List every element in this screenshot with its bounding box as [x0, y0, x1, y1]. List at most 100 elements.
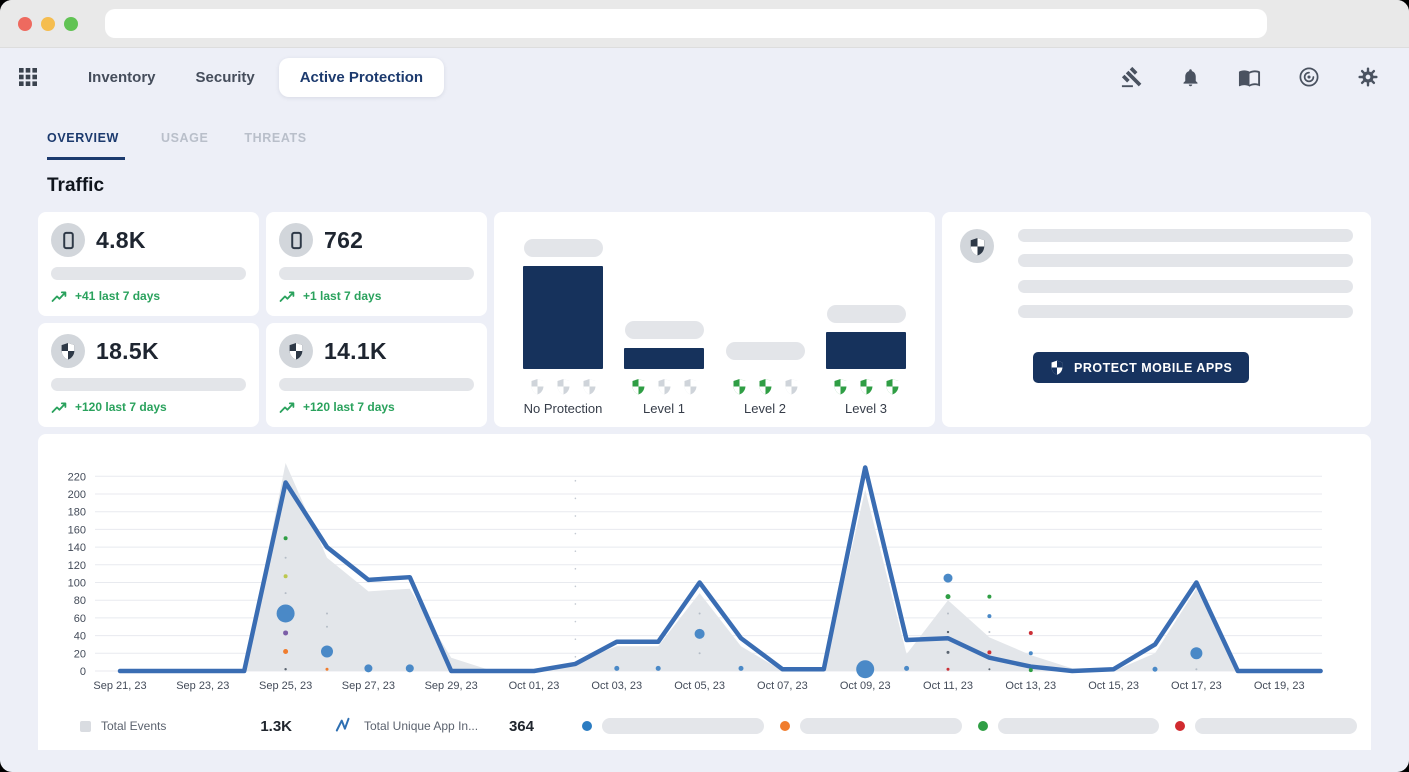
placeholder-bar — [602, 718, 764, 734]
minimize-window-button[interactable] — [41, 17, 55, 31]
address-bar[interactable] — [105, 9, 1267, 38]
y-axis-tick: 160 — [68, 524, 86, 536]
y-axis-tick: 0 — [80, 666, 86, 678]
scatter-point — [614, 666, 619, 671]
nav-item-security[interactable]: Security — [180, 59, 271, 96]
scatter-point — [988, 668, 990, 670]
protect-apps-card: PROTECT MOBILE APPS — [942, 212, 1371, 427]
x-axis-tick: Oct 17, 23 — [1171, 680, 1222, 692]
y-axis-tick: 100 — [68, 578, 86, 590]
placeholder-bar — [800, 718, 962, 734]
scatter-point — [326, 626, 328, 628]
scatter-point — [1029, 668, 1033, 672]
shield-icon — [859, 378, 874, 395]
x-axis-tick: Sep 23, 23 — [176, 680, 229, 692]
section-title: Traffic — [47, 175, 1409, 197]
settings-gear-icon[interactable] — [1357, 66, 1379, 88]
legend-item-series-5[interactable] — [1175, 718, 1357, 734]
scatter-point — [695, 629, 705, 639]
scatter-point — [284, 668, 286, 670]
scatter-point — [656, 666, 661, 671]
apps-grid-icon[interactable] — [14, 63, 42, 91]
scatter-point — [946, 594, 951, 599]
protect-mobile-apps-button[interactable]: PROTECT MOBILE APPS — [1033, 352, 1249, 383]
legend-item-total-events[interactable]: Total Events 1.3K — [80, 718, 292, 735]
placeholder-bar — [524, 239, 603, 257]
scatter-point — [1190, 647, 1202, 659]
tab-threats[interactable]: THREATS — [244, 131, 306, 160]
scatter-point — [1029, 631, 1033, 635]
nav-item-inventory[interactable]: Inventory — [72, 59, 172, 96]
nav-item-active-protection[interactable]: Active Protection — [279, 58, 444, 97]
level-label: Level 2 — [744, 401, 786, 416]
line-series-icon — [334, 717, 354, 735]
placeholder-line — [1018, 305, 1353, 318]
legend-item-series-3[interactable] — [780, 718, 962, 734]
shield-rating — [631, 377, 698, 396]
placeholder-bar — [51, 378, 246, 391]
scatter-point — [987, 650, 991, 654]
scatter-point — [283, 649, 288, 654]
y-axis-tick: 120 — [68, 560, 86, 572]
placeholder-bar — [279, 267, 474, 280]
nav-items: InventorySecurityActive Protection — [72, 58, 444, 97]
legend-item-unique-app-installs[interactable]: Total Unique App In... 364 — [334, 717, 534, 735]
legend-item-series-4[interactable] — [978, 718, 1160, 734]
stat-card: 762 +1 last 7 days — [266, 212, 487, 316]
gavel-icon[interactable] — [1121, 66, 1143, 88]
page-tabs: OVERVIEW USAGE THREATS — [0, 106, 1409, 160]
scatter-point — [699, 612, 701, 614]
docs-book-icon[interactable] — [1238, 66, 1261, 89]
shield-rating — [530, 377, 597, 396]
shield-icon — [657, 378, 672, 395]
close-window-button[interactable] — [18, 17, 32, 31]
shield-icon — [683, 378, 698, 395]
x-axis-tick: Sep 27, 23 — [342, 680, 395, 692]
shield-icon-badge — [51, 334, 85, 368]
scatter-point — [285, 592, 287, 594]
browser-titlebar — [0, 0, 1409, 48]
scatter-point — [947, 651, 950, 654]
protection-level-level-2: Level 2 — [720, 228, 810, 416]
zoom-window-button[interactable] — [64, 17, 78, 31]
stat-delta: +1 last 7 days — [279, 289, 474, 303]
legend-value: 364 — [509, 718, 534, 735]
stat-value: 4.8K — [96, 227, 146, 254]
placeholder-line — [1018, 280, 1353, 293]
scatter-point — [947, 612, 949, 614]
protection-levels-card: No Protection Level 1 Level 2 — [494, 212, 935, 427]
stat-value: 14.1K — [324, 338, 387, 365]
tab-overview[interactable]: OVERVIEW — [47, 131, 125, 160]
shield-icon — [582, 378, 597, 395]
x-axis-tick: Oct 09, 23 — [840, 680, 891, 692]
scatter-point — [326, 612, 328, 614]
placeholder-line — [1018, 254, 1353, 267]
scatter-point — [406, 664, 414, 672]
shield-icon-badge — [279, 334, 313, 368]
scatter-point — [1029, 651, 1033, 655]
stat-delta: +120 last 7 days — [51, 400, 246, 414]
shield-icon — [1050, 360, 1064, 375]
x-axis-tick: Oct 19, 23 — [1254, 680, 1305, 692]
scatter-point — [285, 557, 287, 559]
scatter-point — [904, 666, 909, 671]
placeholder-bar — [279, 378, 474, 391]
bell-icon[interactable] — [1180, 67, 1201, 88]
tab-usage[interactable]: USAGE — [161, 131, 208, 160]
stat-card: 18.5K +120 last 7 days — [38, 323, 259, 427]
shield-icon — [60, 342, 76, 360]
status-disc-icon[interactable] — [1298, 66, 1320, 88]
shield-rating — [732, 377, 799, 396]
placeholder-bar — [625, 321, 704, 339]
placeholder-bar — [726, 342, 805, 360]
legend-item-series-2[interactable] — [582, 718, 764, 734]
window-controls — [18, 17, 78, 31]
y-axis-tick: 140 — [68, 542, 86, 554]
protect-mobile-apps-label: PROTECT MOBILE APPS — [1074, 361, 1232, 375]
shield-icon — [784, 378, 799, 395]
stat-value: 762 — [324, 227, 363, 254]
x-axis-tick: Sep 29, 23 — [425, 680, 478, 692]
placeholder-line — [1018, 229, 1353, 242]
scatter-point — [987, 595, 991, 599]
stat-card: 4.8K +41 last 7 days — [38, 212, 259, 316]
